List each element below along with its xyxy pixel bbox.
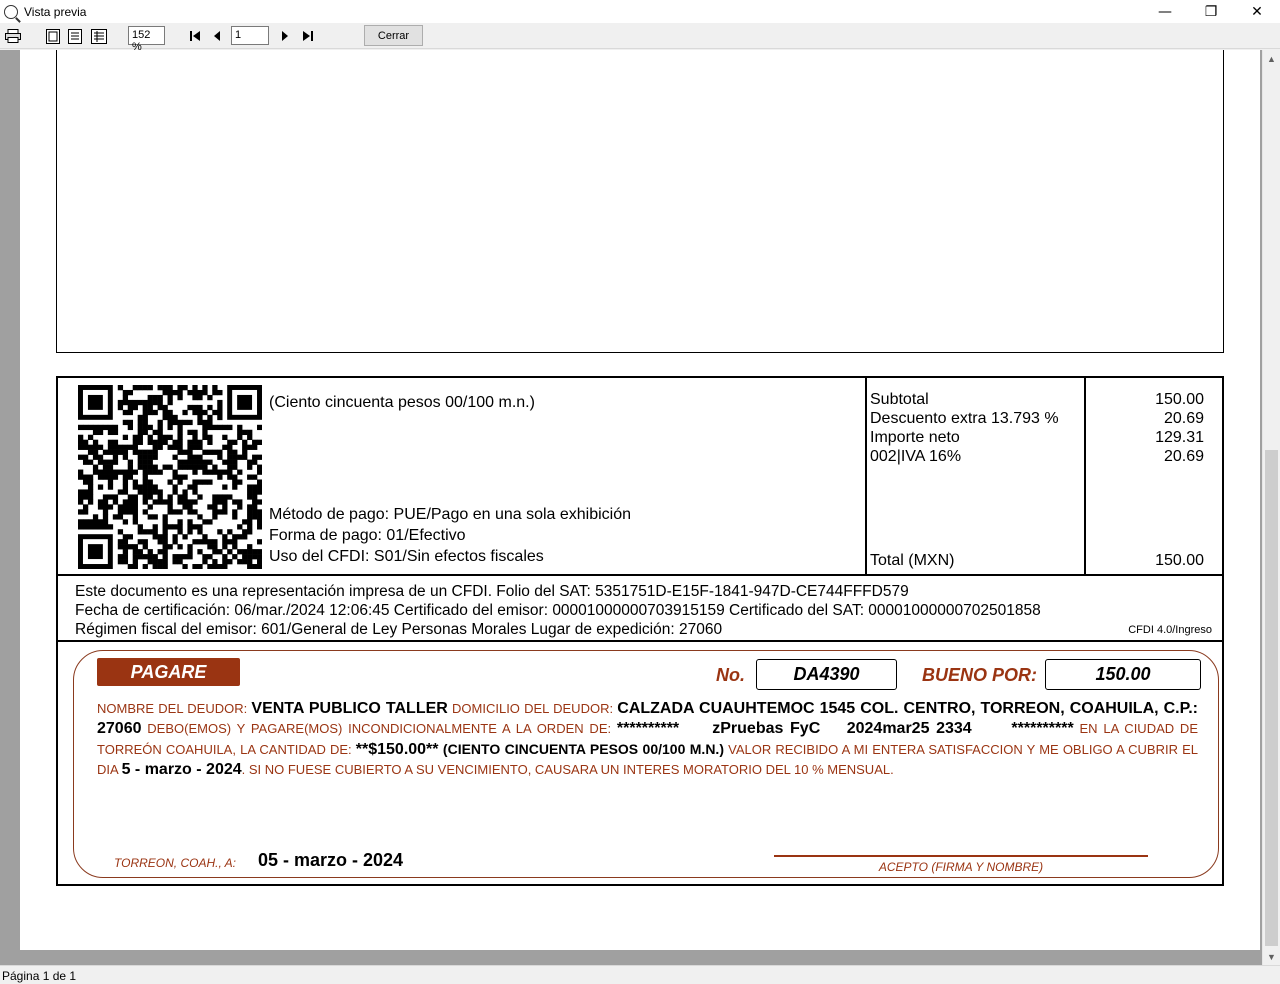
two-page-icon[interactable]	[66, 23, 84, 49]
pagare-text: DOMICILIO DEL DEUDOR:	[447, 701, 618, 716]
invoice-footer-box: (Ciento cincuenta pesos 00/100 m.n.) Mét…	[56, 376, 1224, 886]
signature-label: ACEPTO (FIRMA Y NOMBRE)	[878, 860, 1044, 874]
scroll-thumb[interactable]	[1265, 450, 1278, 946]
amount-words: (CIENTO CINCUENTA PESOS 00/100 M.N.)	[438, 741, 724, 757]
concepts-box	[56, 50, 1224, 353]
total-label: Importe neto	[870, 429, 960, 446]
payment-method: Método de pago: PUE/Pago en una sola exh…	[269, 506, 632, 523]
debtor-name: VENTA PUBLICO TALLER	[251, 700, 448, 717]
cert-line: Régimen fiscal del emisor: 601/General d…	[75, 621, 723, 638]
qr-code	[78, 385, 262, 569]
payment-info: Método de pago: PUE/Pago en una sola exh…	[269, 504, 631, 567]
total-label: Subtotal	[870, 391, 929, 408]
pagare-title: PAGARE	[97, 658, 240, 686]
first-page-icon[interactable]	[186, 23, 204, 49]
pagare-text: DEBO(EMOS) Y PAGARE(MOS) INCONDICIONALME…	[141, 721, 617, 736]
total-value: 150.00	[1155, 391, 1204, 408]
amount: **$150.00**	[355, 741, 439, 758]
window-title: Vista previa	[24, 4, 87, 19]
grand-total-label: Total (MXN)	[870, 552, 955, 569]
pagare-date: 05 - marzo - 2024	[258, 850, 404, 870]
last-page-icon[interactable]	[299, 23, 317, 49]
status-bar: Página 1 de 1	[0, 965, 1280, 984]
payee: ********** zPruebas FyC 2024mar25 2334 *…	[616, 720, 1074, 737]
cfdi-version: CFDI 4.0/Ingreso	[1128, 624, 1212, 636]
amount-in-words: (Ciento cincuenta pesos 00/100 m.n.)	[269, 394, 535, 411]
cert-line: Fecha de certificación: 06/mar./2024 12:…	[75, 602, 1041, 619]
pagare-section: PAGARE No. DA4390 BUENO POR: 150.00 NOMB…	[73, 650, 1219, 878]
grand-total-value: 150.00	[1155, 552, 1204, 569]
pagare-number: DA4390	[756, 659, 897, 690]
thumbnails-icon[interactable]	[90, 23, 108, 49]
total-label: Descuento extra 13.793 %	[870, 410, 1059, 427]
certification-row: Este documento es una representación imp…	[58, 578, 1222, 642]
zoom-input[interactable]: 152 %	[128, 26, 165, 53]
preview-app-icon	[4, 4, 18, 19]
pagare-text: . SI NO FUESE CUBIERTO A SU VENCIMIENTO,…	[241, 762, 894, 777]
vertical-scrollbar[interactable]: ▲ ▼	[1262, 50, 1280, 965]
place-label: TORREON, COAH., A:	[114, 856, 237, 870]
scroll-up-icon[interactable]: ▲	[1263, 50, 1280, 67]
totals-values: 150.00 20.69 129.31 20.69	[1088, 390, 1204, 466]
bueno-por-amount: 150.00	[1045, 659, 1201, 690]
next-page-icon[interactable]	[276, 23, 294, 49]
divider	[865, 378, 867, 576]
due-date: 5 - marzo - 2024	[121, 761, 242, 778]
close-preview-button[interactable]: Cerrar	[364, 25, 423, 46]
horizontal-scroll-area	[0, 950, 1262, 965]
total-value: 129.31	[1155, 429, 1204, 446]
scroll-down-icon[interactable]: ▼	[1263, 948, 1280, 965]
pagare-text: NOMBRE DEL DEUDOR:	[97, 701, 252, 716]
one-page-icon[interactable]	[44, 23, 62, 49]
minimize-button[interactable]: —	[1142, 0, 1188, 23]
toolbar: 152 % 1 Cerrar	[0, 23, 1280, 53]
page-number-input[interactable]: 1	[231, 26, 269, 45]
signature-line	[774, 855, 1148, 857]
payment-form: Forma de pago: 01/Efectivo	[269, 527, 466, 544]
total-value: 20.69	[1163, 410, 1204, 427]
divider	[1084, 378, 1086, 576]
cert-line: Este documento es una representación imp…	[75, 583, 909, 600]
prev-page-icon[interactable]	[208, 23, 226, 49]
totals-labels: Subtotal Descuento extra 13.793 % Import…	[870, 390, 1059, 466]
pagare-number-label: No.	[716, 665, 745, 685]
certification-text: Este documento es una representación imp…	[75, 582, 1041, 639]
totals-row: (Ciento cincuenta pesos 00/100 m.n.) Mét…	[58, 378, 1222, 576]
close-window-button[interactable]: ✕	[1234, 0, 1280, 23]
maximize-button[interactable]: ❐	[1188, 0, 1234, 23]
total-value: 20.69	[1163, 448, 1204, 465]
bueno-por-label: BUENO POR:	[922, 665, 1038, 685]
document-page: (Ciento cincuenta pesos 00/100 m.n.) Mét…	[20, 50, 1260, 950]
total-label: 002|IVA 16%	[870, 448, 962, 465]
pagare-body: NOMBRE DEL DEUDOR: VENTA PUBLICO TALLER …	[97, 699, 1198, 780]
print-icon[interactable]	[4, 23, 22, 49]
preview-area[interactable]: (Ciento cincuenta pesos 00/100 m.n.) Mét…	[0, 50, 1262, 950]
title-bar: Vista previa — ❐ ✕	[0, 0, 1280, 23]
cfdi-use: Uso del CFDI: S01/Sin efectos fiscales	[269, 548, 544, 565]
